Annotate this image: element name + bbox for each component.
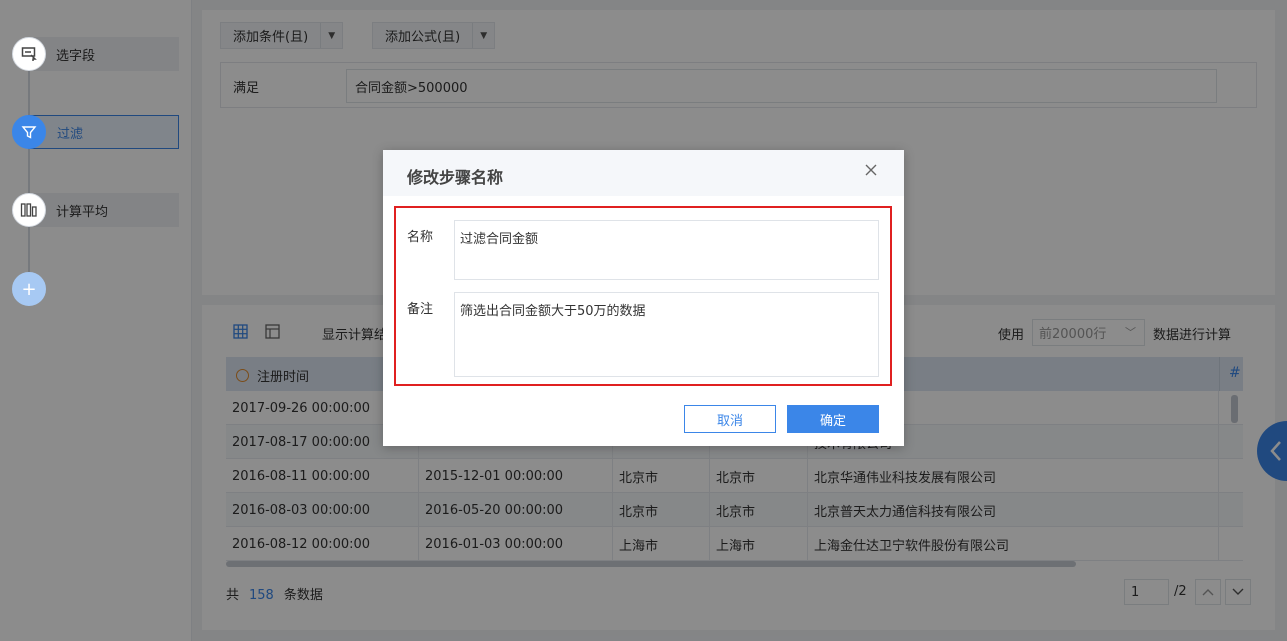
rename-step-dialog: 修改步骤名称 名称 过滤合同金额 备注 筛选出合同金额大于50万的数据 取消 确… xyxy=(383,150,904,446)
close-icon[interactable] xyxy=(861,162,881,182)
plus-icon: + xyxy=(12,272,46,306)
confirm-button[interactable]: 确定 xyxy=(787,405,879,433)
note-label: 备注 xyxy=(407,302,434,317)
dialog-header: 修改步骤名称 xyxy=(383,150,904,196)
name-input[interactable]: 过滤合同金额 xyxy=(454,220,879,280)
filter-icon xyxy=(12,115,46,149)
dialog-title: 修改步骤名称 xyxy=(407,168,504,187)
select-fields-icon xyxy=(12,37,46,71)
name-label: 名称 xyxy=(407,230,434,245)
cancel-button[interactable]: 取消 xyxy=(684,405,776,433)
note-textarea[interactable]: 筛选出合同金额大于50万的数据 xyxy=(454,292,879,377)
columns-icon xyxy=(12,193,46,227)
